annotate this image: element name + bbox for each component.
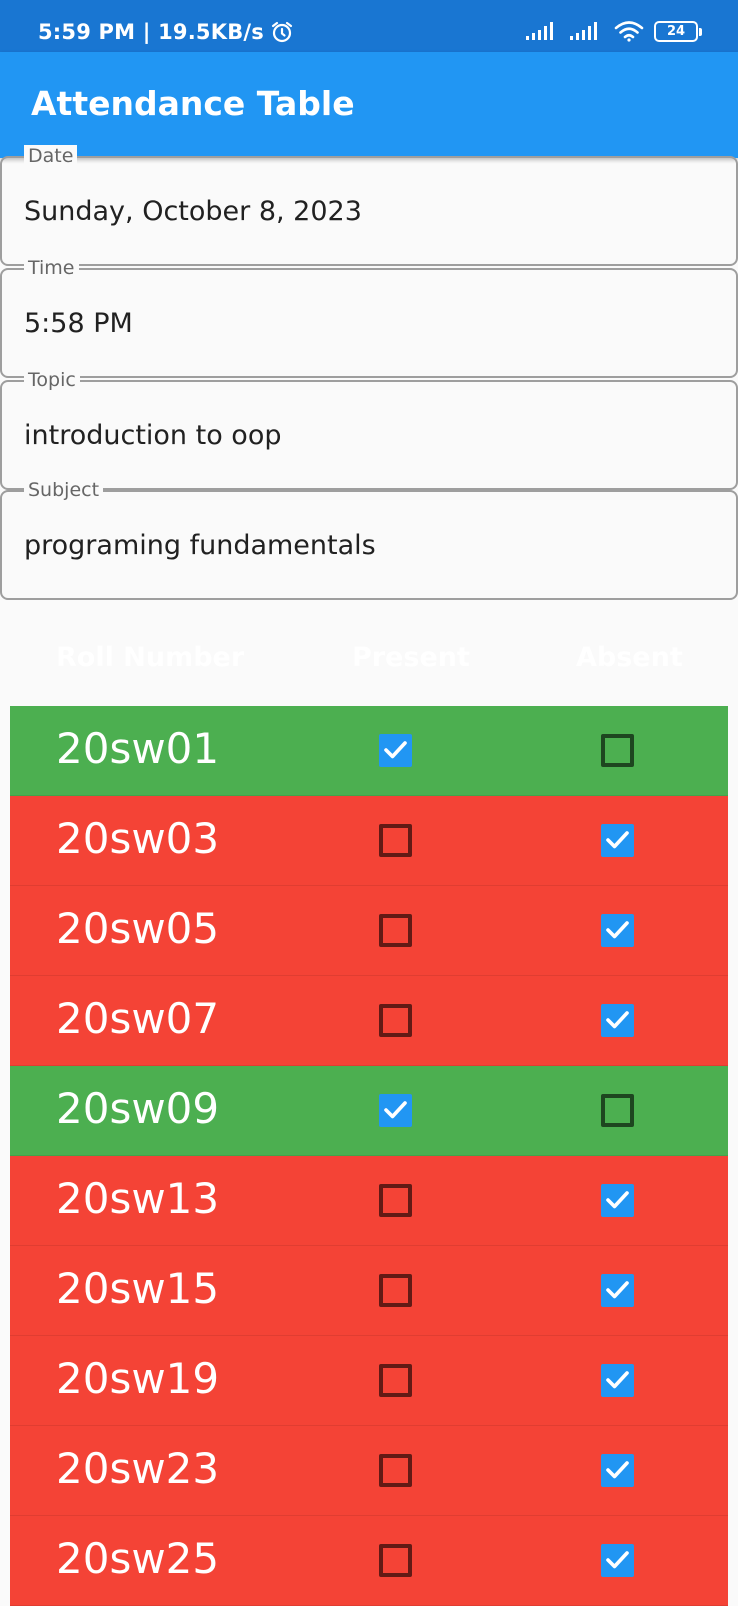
absent-checkbox[interactable] [601, 914, 634, 947]
table-row: 20sw25 [10, 1516, 728, 1606]
roll-number: 20sw13 [56, 1174, 220, 1223]
subject-field[interactable]: Subject programing fundamentals [0, 479, 738, 600]
status-left: 5:59 PM | 19.5KB/s [38, 20, 294, 44]
status-time-speed: 5:59 PM | 19.5KB/s [38, 20, 264, 44]
time-field-value: 5:58 PM [24, 308, 133, 339]
table-row: 20sw15 [10, 1246, 728, 1336]
present-checkbox[interactable] [379, 1184, 412, 1217]
present-checkbox[interactable] [379, 1544, 412, 1577]
absent-checkbox[interactable] [601, 1454, 634, 1487]
time-field-label: Time [24, 257, 79, 279]
absent-checkbox[interactable] [601, 1364, 634, 1397]
present-checkbox[interactable] [379, 1454, 412, 1487]
roll-number: 20sw23 [56, 1444, 220, 1493]
header-absent: Absent [576, 642, 683, 673]
absent-checkbox[interactable] [601, 1544, 634, 1577]
present-checkbox[interactable] [379, 914, 412, 947]
table-header: Roll Number Present Absent [10, 634, 728, 686]
signal-icon [526, 22, 553, 40]
date-field-label: Date [24, 145, 78, 167]
page-title: Attendance Table [31, 84, 355, 123]
topic-field-value: introduction to oop [24, 420, 282, 451]
present-checkbox[interactable] [379, 1094, 412, 1127]
roll-number: 20sw09 [56, 1084, 220, 1133]
header-roll-number: Roll Number [56, 642, 245, 673]
attendance-table: 20sw01 20sw03 20sw05 20sw07 20sw09 20sw13 20sw… [10, 706, 728, 1606]
roll-number: 20sw07 [56, 994, 220, 1043]
topic-field[interactable]: Topic introduction to oop [0, 369, 738, 490]
roll-number: 20sw19 [56, 1354, 220, 1403]
present-checkbox[interactable] [379, 1004, 412, 1037]
status-bar: 5:59 PM | 19.5KB/s 24 [0, 0, 738, 52]
subject-field-value: programing fundamentals [24, 530, 376, 561]
time-field[interactable]: Time 5:58 PM [0, 257, 738, 378]
battery-icon: 24 [654, 20, 702, 42]
absent-checkbox[interactable] [601, 1184, 634, 1217]
table-row: 20sw07 [10, 976, 728, 1066]
table-row: 20sw13 [10, 1156, 728, 1246]
absent-checkbox[interactable] [601, 734, 634, 767]
app-bar: Attendance Table [0, 52, 738, 158]
absent-checkbox[interactable] [601, 1094, 634, 1127]
absent-checkbox[interactable] [601, 1004, 634, 1037]
present-checkbox[interactable] [379, 824, 412, 857]
present-checkbox[interactable] [379, 734, 412, 767]
present-checkbox[interactable] [379, 1364, 412, 1397]
table-row: 20sw03 [10, 796, 728, 886]
roll-number: 20sw25 [56, 1534, 220, 1583]
roll-number: 20sw03 [56, 814, 220, 863]
table-row: 20sw01 [10, 706, 728, 796]
battery-level: 24 [666, 23, 686, 39]
present-checkbox[interactable] [379, 1274, 412, 1307]
table-row: 20sw05 [10, 886, 728, 976]
date-field[interactable]: Date Sunday, October 8, 2023 [0, 145, 738, 266]
date-field-value: Sunday, October 8, 2023 [24, 196, 362, 227]
roll-number: 20sw05 [56, 904, 220, 953]
alarm-icon [271, 21, 293, 43]
wifi-icon [614, 21, 644, 42]
signal-icon [570, 22, 597, 40]
roll-number: 20sw15 [56, 1264, 220, 1313]
table-row: 20sw19 [10, 1336, 728, 1426]
absent-checkbox[interactable] [601, 1274, 634, 1307]
roll-number: 20sw01 [56, 724, 220, 773]
absent-checkbox[interactable] [601, 824, 634, 857]
topic-field-label: Topic [24, 369, 80, 391]
table-row: 20sw23 [10, 1426, 728, 1516]
header-present: Present [352, 642, 470, 673]
table-row: 20sw09 [10, 1066, 728, 1156]
subject-field-label: Subject [24, 479, 104, 501]
status-right: 24 [526, 20, 702, 42]
